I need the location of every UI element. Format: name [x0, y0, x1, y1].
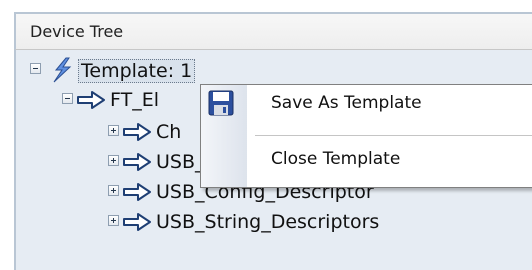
arrow-icon	[123, 213, 151, 231]
arrow-icon	[123, 123, 151, 141]
tree-node-label[interactable]: Ch	[156, 121, 181, 143]
floppy-disk-icon	[208, 90, 234, 116]
lightning-bolt-icon	[53, 57, 72, 83]
tree-node-template[interactable]: Template: 1	[26, 56, 426, 84]
arrow-icon	[77, 91, 105, 109]
device-tree-panel: Device Tree Template: 1 FT_El Ch USB_Con…	[0, 0, 532, 270]
expand-toggle[interactable]	[108, 155, 119, 166]
context-menu: Save As Template Close Template	[200, 84, 532, 188]
tree-node-label[interactable]: FT_El	[110, 89, 159, 111]
menu-item-label: Save As Template	[271, 93, 422, 113]
tree-node-label[interactable]: USB_String_Descriptors	[156, 211, 379, 233]
tree-node-label[interactable]: Template: 1	[78, 59, 196, 83]
panel-title: Device Tree	[30, 22, 124, 41]
menu-item-save-as-template[interactable]: Save As Template	[201, 85, 532, 121]
menu-separator	[255, 135, 532, 136]
expand-toggle[interactable]	[108, 125, 119, 136]
arrow-icon	[123, 183, 151, 201]
expand-toggle[interactable]	[108, 215, 119, 226]
collapse-toggle[interactable]	[30, 63, 41, 74]
tree-node-item[interactable]: USB_String_Descriptors	[108, 208, 468, 236]
collapse-toggle[interactable]	[62, 93, 73, 104]
expand-toggle[interactable]	[108, 185, 119, 196]
menu-item-label: Close Template	[271, 149, 401, 169]
panel-header: Device Tree	[14, 12, 532, 50]
arrow-icon	[123, 153, 151, 171]
menu-item-close-template[interactable]: Close Template	[201, 141, 532, 177]
